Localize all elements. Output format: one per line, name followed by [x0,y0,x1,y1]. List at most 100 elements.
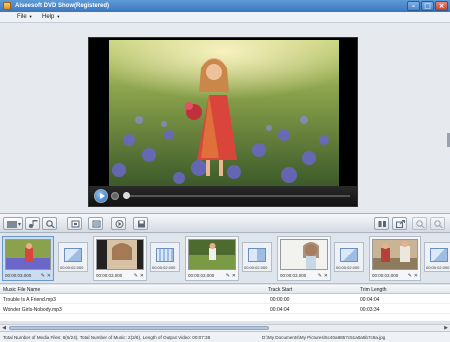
clip-thumbnail [280,239,328,270]
maximize-button[interactable]: □ [421,1,434,11]
preview-area [0,23,450,213]
storyboard-clip[interactable]: 00:00:03.000 ✎ ✕ [93,236,147,281]
delete-icon[interactable]: ✕ [140,273,144,279]
folder-icon [7,221,21,228]
menu-help-label: Help [42,14,55,20]
export-button[interactable] [392,217,407,230]
music-list-header: Music File Name Track Start Trim Length [0,285,450,294]
title-bar: Aiseesoft DVD Show(Registered) – □ × [0,0,450,12]
transition-icon [430,248,448,262]
music-icon [29,220,38,228]
transition-duration: 00:00:02.000 [152,265,176,270]
stop-button[interactable] [111,192,119,200]
clip-duration: 00:00:03.000 [372,273,399,278]
transition-icon [248,248,266,262]
horizontal-scrollbar[interactable]: ◀ ▶ [0,324,450,331]
edit-icon[interactable]: ✎ [408,273,412,279]
clip-duration: 00:00:03.000 [188,273,215,278]
edit-icon[interactable]: ✎ [226,273,230,279]
minimize-button[interactable]: – [407,1,420,11]
delete-icon[interactable]: ✕ [232,273,236,279]
add-photo-button[interactable] [3,217,23,230]
toolbar [0,213,450,233]
view-mode-button[interactable] [374,217,389,230]
add-music-button[interactable] [25,217,40,230]
play-preview-button[interactable] [111,217,126,230]
storyboard-transition[interactable]: 00:00:02.000 [242,242,272,272]
clip-thumbnail [188,239,236,270]
window-title: Aiseesoft DVD Show(Registered) [15,3,110,9]
storyboard-transition[interactable]: 00:00:02.000 [334,242,364,272]
play-button[interactable] [94,189,108,203]
rotate-left-icon [71,220,80,228]
storyboard-transition[interactable]: 00:00:02.000 [150,242,180,272]
music-length: 00:04:04 [360,297,380,303]
edit-icon[interactable]: ✎ [318,273,322,279]
storyboard-transition[interactable]: 00:00:02.000 [58,242,88,272]
export-icon [396,220,405,228]
music-row[interactable]: Wonder Girls-Nobody.mp3 00:04:04 00:03:3… [0,305,450,314]
column-trim-length[interactable]: Trim Length [360,287,387,293]
rotate-right-icon [92,220,101,228]
delete-icon[interactable]: ✕ [414,273,418,279]
transition-icon [156,248,174,262]
music-row[interactable]: Trouble Is A Friend.mp3 00:00:00 00:04:0… [0,295,450,304]
app-icon [3,2,11,10]
rotate-right-button[interactable] [88,217,103,230]
zoom-out-icon [434,220,443,228]
music-start: 00:04:04 [270,307,290,313]
status-bar: Total Number of Media Files: 6(6/24), To… [0,331,450,342]
close-button[interactable]: × [435,1,448,11]
edit-icon[interactable]: ✎ [134,273,138,279]
seek-handle[interactable] [123,192,130,199]
chevron-down-icon: ▼ [28,14,33,19]
clip-duration: 00:00:03.000 [280,273,307,278]
delete-icon[interactable]: ✕ [47,273,51,279]
music-start: 00:00:00 [270,297,290,303]
save-button[interactable] [133,217,148,230]
transition-icon [340,248,358,262]
storyboard-clip[interactable]: 00:00:03.000 ✎ ✕ [277,236,331,281]
clip-duration: 00:00:03.000 [96,273,123,278]
music-length: 00:03:34 [360,307,380,313]
menu-file[interactable]: File ▼ [17,14,33,20]
music-list: Music File Name Track Start Trim Length … [0,285,450,321]
transition-icon [64,248,82,262]
storyboard-clip[interactable]: 00:00:03.000 ✎ ✕ [2,236,54,281]
storyboard-transition[interactable]: 00:00:02.000 [424,242,450,272]
column-music-name[interactable]: Music File Name [3,287,40,293]
transition-duration: 00:00:02.000 [336,265,360,270]
clip-duration: 00:00:03.000 [5,273,32,278]
play-icon [115,220,124,228]
transition-duration: 00:00:02.000 [60,265,84,270]
search-icon [46,220,55,228]
music-name: Wonder Girls-Nobody.mp3 [3,307,62,313]
zoom-in-icon [416,220,425,228]
save-icon [138,220,145,228]
menu-help[interactable]: Help ▼ [42,14,60,20]
window-controls: – □ × [407,1,448,11]
transition-duration: 00:00:02.000 [244,265,268,270]
clip-thumbnail [372,239,418,270]
edit-icon[interactable]: ✎ [41,273,45,279]
columns-icon [378,221,386,227]
transition-duration: 00:00:02.000 [426,265,450,270]
storyboard: 00:00:03.000 ✎ ✕ 00:00:02.000 00:00:03.0… [0,234,450,284]
status-path: D:\My Documents\My Pictures\5c40a8857c51… [262,335,386,340]
scrollbar-thumb[interactable] [9,326,269,330]
rotate-left-button[interactable] [67,217,82,230]
music-name: Trouble Is A Friend.mp3 [3,297,56,303]
player-controls [89,186,357,206]
search-button[interactable] [42,217,57,230]
storyboard-clip[interactable]: 00:00:03.000 ✎ ✕ [369,236,421,281]
seek-bar[interactable] [125,195,350,197]
menu-bar: File ▼ Help ▼ [0,12,450,23]
zoom-in-button[interactable] [412,217,427,230]
menu-file-label: File [17,14,27,20]
storyboard-clip[interactable]: 00:00:03.000 ✎ ✕ [185,236,239,281]
column-track-start[interactable]: Track Start [268,287,292,293]
delete-icon[interactable]: ✕ [324,273,328,279]
zoom-out-button[interactable] [430,217,445,230]
clip-thumbnail [5,239,51,270]
preview-image [109,40,339,186]
